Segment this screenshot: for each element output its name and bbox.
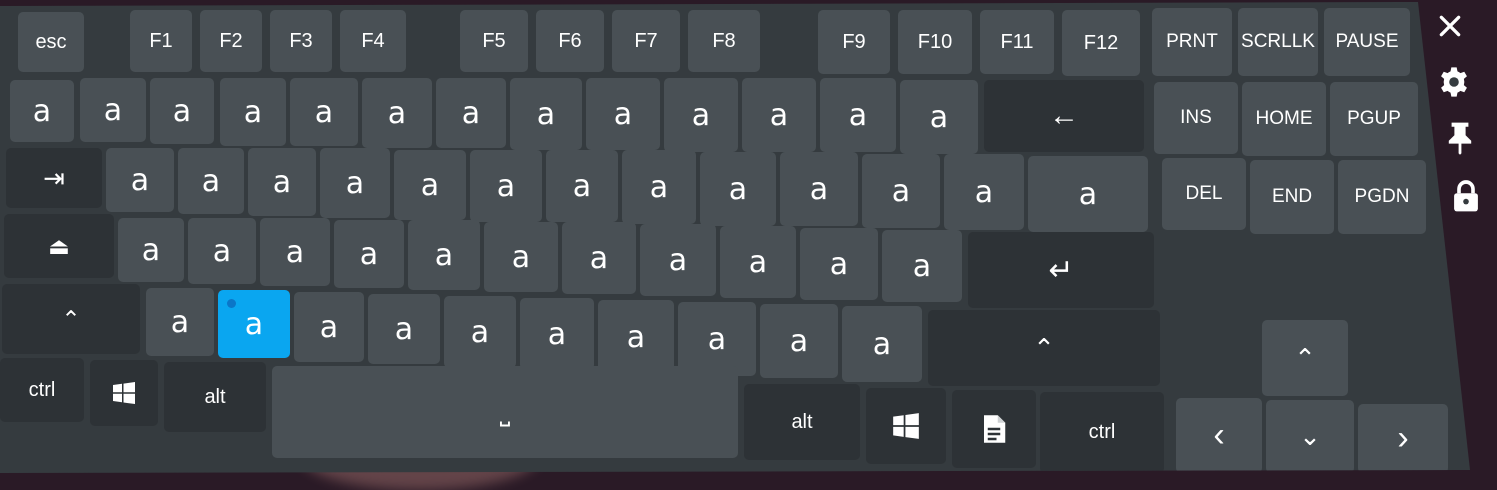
row2-key1[interactable]: a (106, 148, 174, 212)
backspace-key[interactable]: ← (984, 80, 1144, 152)
windows-left-key[interactable] (90, 360, 158, 426)
windows-icon (893, 413, 919, 439)
row1-key2[interactable]: a (80, 78, 146, 142)
row4-key8[interactable]: a (678, 302, 756, 376)
selected-key-label: a (244, 306, 264, 342)
row3-key11[interactable]: a (882, 230, 962, 302)
row2-key8[interactable]: a (622, 150, 696, 224)
key-f8[interactable]: F8 (688, 10, 760, 72)
row2-key2[interactable]: a (178, 148, 244, 214)
row1-key8[interactable]: a (510, 78, 582, 150)
row3-key1[interactable]: a (118, 218, 184, 282)
row2-key12[interactable]: a (944, 154, 1024, 230)
key-f3[interactable]: F3 (270, 10, 332, 72)
virtual-keyboard: esc F1 F2 F3 F4 F5 F6 F7 F8 F9 F10 F11 F… (0, 2, 1470, 473)
row2-key6[interactable]: a (470, 150, 542, 222)
shift-right-key[interactable]: ⌃ (928, 310, 1160, 386)
row4-key2[interactable]: a (218, 290, 290, 358)
row1-key13[interactable]: a (900, 80, 978, 154)
row4-key9[interactable]: a (760, 304, 838, 378)
spacebar[interactable]: ⎵ (272, 366, 738, 458)
row1-key9[interactable]: a (586, 78, 660, 150)
row3-key2[interactable]: a (188, 218, 256, 284)
tab-key[interactable]: ⇥ (6, 148, 102, 208)
key-scrllk[interactable]: SCRLLK (1238, 8, 1318, 76)
gear-icon[interactable] (1434, 62, 1474, 102)
row4-key6[interactable]: a (520, 298, 594, 370)
lock-icon[interactable] (1446, 176, 1486, 216)
row1-key6[interactable]: a (362, 78, 432, 148)
menu-key[interactable] (952, 390, 1036, 468)
windows-icon (113, 382, 135, 404)
row4-key4[interactable]: a (368, 294, 440, 364)
key-f11[interactable]: F11 (980, 10, 1054, 74)
arrow-down-key[interactable]: ⌄ (1266, 400, 1354, 473)
row1-key10[interactable]: a (664, 78, 738, 152)
capslock-key[interactable]: ⏏ (4, 214, 114, 278)
shift-left-key[interactable]: ⌃ (2, 284, 140, 354)
key-f1[interactable]: F1 (130, 10, 192, 72)
key-esc[interactable]: esc (18, 12, 84, 72)
key-f7[interactable]: F7 (612, 10, 680, 72)
windows-right-key[interactable] (866, 388, 946, 464)
focus-dot (227, 299, 236, 308)
row1-key7[interactable]: a (436, 78, 506, 148)
key-f5[interactable]: F5 (460, 10, 528, 72)
key-pgup[interactable]: PGUP (1330, 82, 1418, 156)
key-pause[interactable]: PAUSE (1324, 8, 1410, 76)
key-del[interactable]: DEL (1162, 158, 1246, 230)
key-home[interactable]: HOME (1242, 82, 1326, 156)
row2-key10[interactable]: a (780, 152, 858, 226)
row2-key3[interactable]: a (248, 148, 316, 216)
enter-key[interactable]: ↵ (968, 232, 1154, 308)
row3-key9[interactable]: a (720, 226, 796, 298)
key-prnt[interactable]: PRNT (1152, 8, 1232, 76)
row3-key4[interactable]: a (334, 220, 404, 288)
arrow-up-key[interactable]: ⌃ (1262, 320, 1348, 396)
key-f2[interactable]: F2 (200, 10, 262, 72)
key-f6[interactable]: F6 (536, 10, 604, 72)
row3-key5[interactable]: a (408, 220, 480, 290)
row2-key4[interactable]: a (320, 148, 390, 218)
row3-key10[interactable]: a (800, 228, 878, 300)
row1-key4[interactable]: a (220, 78, 286, 146)
row3-key8[interactable]: a (640, 224, 716, 296)
row4-key1[interactable]: a (146, 288, 214, 356)
row2-key5[interactable]: a (394, 150, 466, 220)
arrow-left-key[interactable]: ‹ (1176, 398, 1262, 473)
document-icon (984, 415, 1006, 443)
row4-key3[interactable]: a (294, 292, 364, 362)
row1-key5[interactable]: a (290, 78, 358, 146)
row2-key7[interactable]: a (546, 150, 618, 222)
ctrl-left-key[interactable]: ctrl (0, 358, 84, 422)
ctrl-right-key[interactable]: ctrl (1040, 392, 1164, 473)
arrow-right-key[interactable]: › (1358, 404, 1448, 473)
alt-right-key[interactable]: alt (744, 384, 860, 460)
key-f10[interactable]: F10 (898, 10, 972, 74)
row4-key7[interactable]: a (598, 300, 674, 374)
key-ins[interactable]: INS (1154, 82, 1238, 154)
key-f4[interactable]: F4 (340, 10, 406, 72)
key-f9[interactable]: F9 (818, 10, 890, 74)
pin-icon[interactable] (1440, 118, 1480, 158)
row1-key1[interactable]: a (10, 80, 74, 142)
row1-key12[interactable]: a (820, 78, 896, 152)
row2-key13[interactable]: a (1028, 156, 1148, 232)
key-f12[interactable]: F12 (1062, 10, 1140, 76)
row3-key3[interactable]: a (260, 218, 330, 286)
row4-key5[interactable]: a (444, 296, 516, 368)
key-end[interactable]: END (1250, 160, 1334, 234)
row1-key3[interactable]: a (150, 78, 214, 144)
row2-key9[interactable]: a (700, 152, 776, 226)
row3-key7[interactable]: a (562, 222, 636, 294)
alt-left-key[interactable]: alt (164, 362, 266, 432)
row1-key11[interactable]: a (742, 78, 816, 152)
key-pgdn[interactable]: PGDN (1338, 160, 1426, 234)
row2-key11[interactable]: a (862, 154, 940, 228)
close-icon[interactable] (1430, 6, 1470, 46)
row4-key10[interactable]: a (842, 306, 922, 382)
row3-key6[interactable]: a (484, 222, 558, 292)
